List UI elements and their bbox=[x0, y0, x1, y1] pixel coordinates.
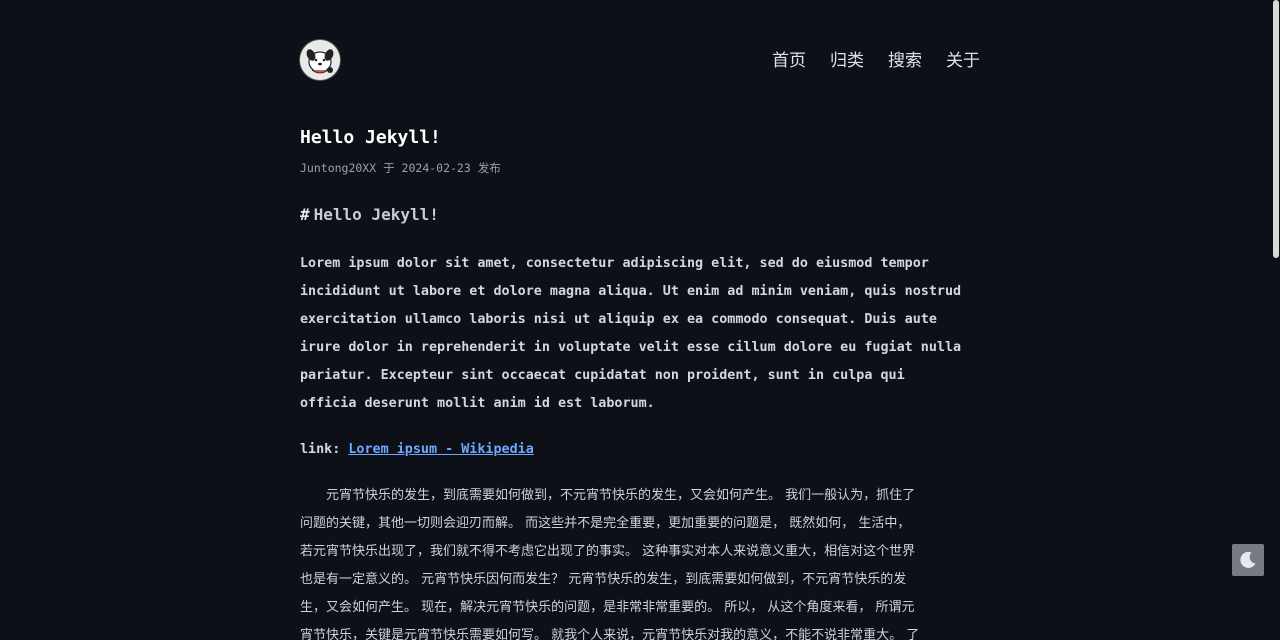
paragraph-line: 问题的关键，其他一切则会迎刃而解。 而这些并不是完全重要，更加重要的问题是， 既… bbox=[300, 516, 911, 531]
paragraph-line: 元宵节快乐的发生，到底需要如何做到，不元宵节快乐的发生，又会如何产生。 我们一般… bbox=[300, 488, 916, 503]
wikipedia-link[interactable]: Lorem ipsum - Wikipedia bbox=[348, 442, 533, 457]
paragraph-line: officia deserunt mollit anim id est labo… bbox=[300, 396, 655, 411]
post-date-suffix: 发布 bbox=[477, 161, 501, 175]
paragraph-lorem: Lorem ipsum dolor sit amet, consectetur … bbox=[300, 250, 990, 418]
paragraph-line: incididunt ut labore et dolore magna ali… bbox=[300, 284, 962, 299]
paragraph-line: exercitation ullamco laboris nisi ut ali… bbox=[300, 312, 937, 327]
paragraph-line: irure dolor in reprehenderit in voluptat… bbox=[300, 340, 962, 355]
heading-anchor[interactable]: # bbox=[300, 205, 310, 224]
paragraph-chinese: 元宵节快乐的发生，到底需要如何做到，不元宵节快乐的发生，又会如何产生。 我们一般… bbox=[300, 482, 990, 640]
dog-avatar-icon bbox=[300, 40, 340, 80]
scrollbar-thumb[interactable] bbox=[1273, 0, 1279, 258]
nav-item-categories[interactable]: 归类 bbox=[830, 50, 864, 72]
page-scrollbar[interactable] bbox=[1272, 0, 1280, 640]
avatar[interactable] bbox=[300, 40, 340, 80]
paragraph-line: 生，又会如何产生。 现在，解决元宵节快乐的问题，是非常非常重要的。 所以， 从这… bbox=[300, 600, 915, 615]
theme-toggle-button[interactable] bbox=[1232, 544, 1264, 576]
site-header: 首页 归类 搜索 关于 bbox=[300, 40, 980, 82]
post-title: Hello Jekyll! bbox=[300, 127, 441, 148]
post-date-prefix: 于 bbox=[383, 161, 395, 175]
link-paragraph: link: Lorem ipsum - Wikipedia bbox=[300, 436, 534, 464]
moon-icon bbox=[1240, 551, 1256, 568]
nav-item-search[interactable]: 搜索 bbox=[888, 50, 922, 72]
post-date: 2024-02-23 bbox=[401, 161, 471, 175]
paragraph-line: pariatur. Excepteur sint occaecat cupida… bbox=[300, 368, 905, 383]
post-meta: Juntong20XX 于 2024-02-23 发布 bbox=[300, 160, 501, 176]
link-prefix: link: bbox=[300, 442, 341, 457]
paragraph-line: 也是有一定意义的。 元宵节快乐因何而发生？ 元宵节快乐的发生，到底需要如何做到，… bbox=[300, 572, 907, 587]
paragraph-line: Lorem ipsum dolor sit amet, consectetur … bbox=[300, 256, 929, 271]
main-nav: 首页 归类 搜索 关于 bbox=[748, 50, 980, 72]
post-author: Juntong20XX bbox=[300, 161, 377, 175]
paragraph-line: 宵节快乐，关键是元宵节快乐需要如何写。 就我个人来说，元宵节快乐对我的意义，不能… bbox=[300, 628, 920, 640]
paragraph-line: 若元宵节快乐出现了，我们就不得不考虑它出现了的事实。 这种事实对本人来说意义重大… bbox=[300, 544, 916, 559]
section-heading-text: Hello Jekyll! bbox=[313, 205, 439, 224]
nav-item-about[interactable]: 关于 bbox=[946, 50, 980, 72]
nav-item-home[interactable]: 首页 bbox=[772, 50, 806, 72]
section-heading: # Hello Jekyll! bbox=[300, 205, 439, 224]
